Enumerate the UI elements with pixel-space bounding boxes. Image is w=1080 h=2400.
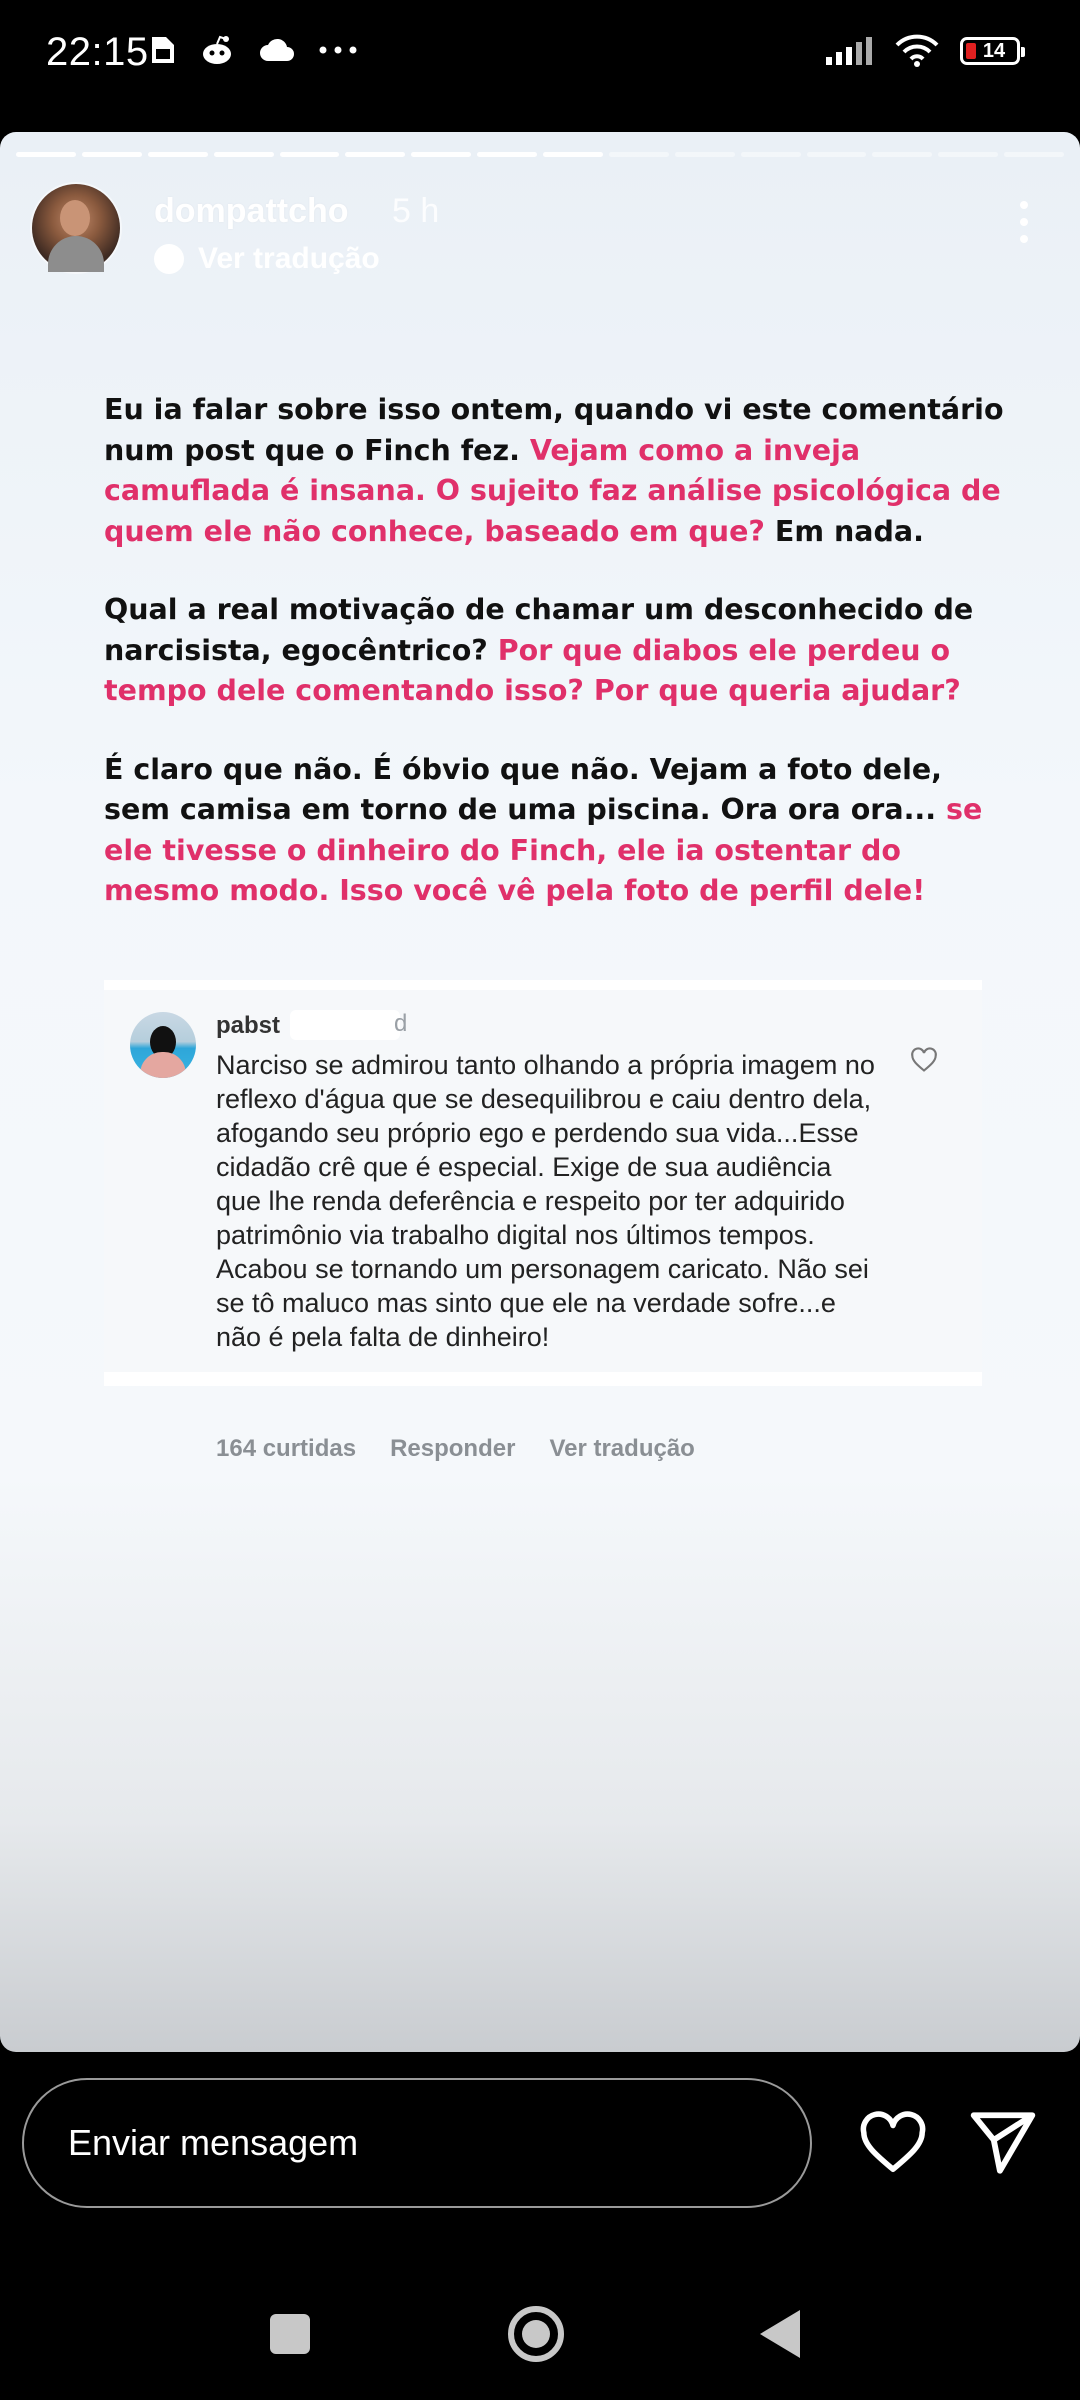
story-view[interactable]: dompattcho 5 h Ver tradução Eu ia falar …	[0, 132, 1080, 2052]
progress-segment	[938, 152, 999, 157]
commenter-avatar	[130, 1012, 196, 1078]
progress-segment	[279, 152, 340, 157]
progress-segment	[147, 152, 208, 157]
recent-apps-button[interactable]	[270, 2314, 310, 2354]
story-paragraph: Qual a real motivação de chamar um desco…	[104, 590, 1004, 712]
battery-icon: 14	[960, 37, 1025, 65]
author-username[interactable]: dompattcho	[154, 192, 349, 231]
status-icons-right: 14	[824, 34, 1025, 68]
progress-segment	[872, 152, 933, 157]
author-avatar[interactable]	[32, 184, 120, 272]
story-text: Eu ia falar sobre isso ontem, quando vi …	[104, 390, 1004, 950]
wifi-icon	[895, 34, 939, 67]
progress-segment	[608, 152, 669, 157]
story-paragraph: É claro que não. É óbvio que não. Vejam …	[104, 750, 1004, 912]
progress-segment	[81, 152, 142, 157]
comment-text: Narciso se admirou tanto olhando a própr…	[216, 1050, 875, 1352]
body-text: Em nada.	[764, 514, 924, 548]
more-dots-icon	[319, 46, 357, 54]
body-text: É claro que não. É óbvio que não. Vejam …	[104, 752, 946, 827]
send-message-input[interactable]: Enviar mensagem	[22, 2078, 812, 2208]
reddit-icon	[203, 35, 231, 64]
story-paragraph: Eu ia falar sobre isso ontem, quando vi …	[104, 390, 1004, 552]
status-bar: 22:15 14	[0, 0, 1080, 120]
comment-reply: Responder	[390, 1435, 516, 1462]
cloud-icon	[260, 38, 294, 61]
progress-segment	[345, 152, 406, 157]
status-icons-left	[150, 34, 358, 66]
progress-segment	[16, 152, 76, 157]
translate-icon	[154, 244, 184, 274]
comment-actions: 164 curtidas Responder Ver tradução	[216, 1435, 695, 1463]
comment-likes: 164 curtidas	[216, 1435, 357, 1462]
progress-segment	[543, 152, 603, 157]
sim-card-icon	[152, 37, 174, 63]
comment-translate: Ver tradução	[549, 1435, 695, 1462]
more-options-button[interactable]	[1004, 192, 1044, 252]
progress-segment	[213, 152, 274, 157]
username-redaction	[290, 1010, 400, 1040]
commenter-username-end: d	[394, 1010, 408, 1037]
story-progress-bar	[16, 152, 1064, 157]
translate-label: Ver tradução	[198, 242, 380, 275]
comment-screenshot: pabst d Narciso se admirou tanto olhando…	[104, 980, 982, 1462]
translate-link[interactable]: Ver tradução	[154, 242, 380, 276]
status-time: 22:15	[46, 30, 149, 74]
progress-segment	[674, 152, 735, 157]
like-heart-icon[interactable]	[858, 2108, 928, 2178]
send-paper-plane-icon[interactable]	[966, 2106, 1040, 2180]
progress-segment	[477, 152, 537, 157]
progress-segment	[806, 152, 867, 157]
commenter-username: pabst	[216, 1012, 281, 1039]
signal-icon	[826, 37, 872, 65]
system-nav-bar	[0, 2270, 1080, 2400]
progress-segment	[740, 152, 801, 157]
story-header: dompattcho 5 h Ver tradução	[32, 184, 1048, 284]
progress-segment	[1004, 152, 1064, 157]
battery-level: 14	[982, 39, 1006, 62]
heart-outline-icon	[911, 1047, 937, 1072]
home-button[interactable]	[508, 2306, 564, 2362]
post-time: 5 h	[392, 192, 440, 230]
progress-segment	[411, 152, 472, 157]
back-button[interactable]	[760, 2310, 800, 2358]
reply-bar: Enviar mensagem	[0, 2062, 1080, 2222]
